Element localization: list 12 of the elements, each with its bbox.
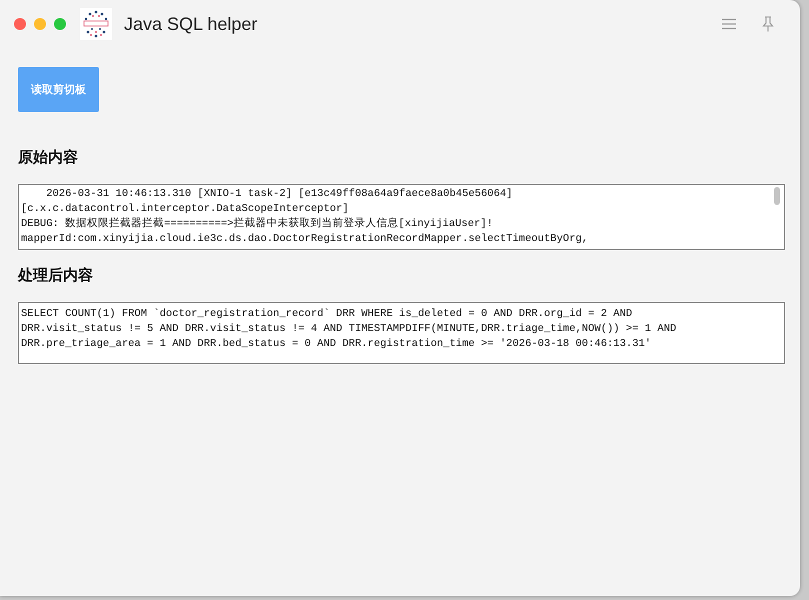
- text-area[interactable]: 2026-03-31 10:46:13.310 [XNIO-1 task-2] [e13c49ff08a64a9faece8a0b45e56064] [c.x.c.datacontrol.interceptor.DataScopeInterceptor] DEBUG: 数据权限拦截器拦截==========>拦截器中未获取到当前登录人信息[xinyijiaUser]! mapperId:com.xinyijia.cloud.ie3c.ds.dao.DoctorRegistrationRecordMapper.selectTimeoutByOrg,: [18, 184, 785, 250]
- scrollbar-thumb[interactable]: [774, 187, 780, 205]
- section-heading: 原始内容: [18, 148, 79, 167]
- menu-icon[interactable]: [722, 18, 736, 30]
- close-button[interactable]: [14, 18, 26, 30]
- pin-icon[interactable]: [762, 16, 774, 32]
- text-area[interactable]: SELECT COUNT(1) FROM `doctor_registration_record` DRR WHERE is_deleted = 0 AND DRR.org_id = 2 AND DRR.visit_status != 5 AND DRR.visit_status != 4 AND TIMESTAMPDIFF(MINUTE,DRR.triage_time,NOW()) >= 1 AND DRR.pre_triage_area = 1 AND DRR.bed_status = 0 AND DRR.registration_time >= '2026-03-18 00:46:13.31': [18, 302, 785, 364]
- section-heading: 处理后内容: [18, 266, 94, 285]
- minimize-button[interactable]: [34, 18, 46, 30]
- zoom-button[interactable]: [54, 18, 66, 30]
- app-logo-icon: [80, 8, 112, 40]
- window-title: Java SQL helper: [124, 14, 258, 34]
